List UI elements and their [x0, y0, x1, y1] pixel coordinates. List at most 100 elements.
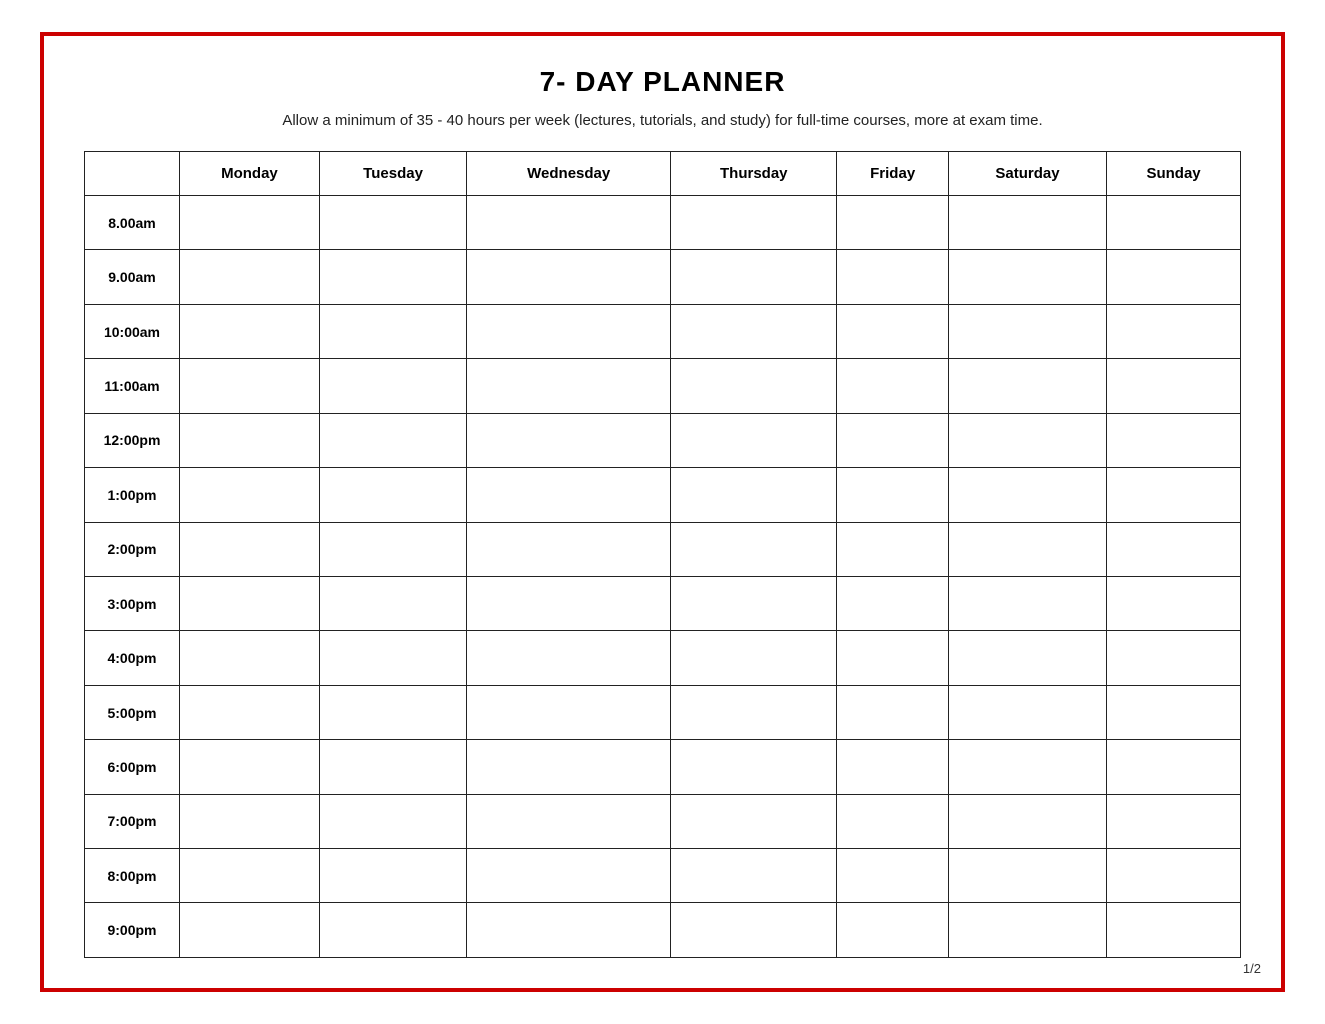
schedule-cell[interactable]	[1107, 359, 1241, 413]
schedule-cell[interactable]	[467, 413, 671, 467]
schedule-cell[interactable]	[837, 740, 949, 794]
schedule-cell[interactable]	[1107, 903, 1241, 958]
schedule-cell[interactable]	[180, 304, 320, 358]
schedule-cell[interactable]	[467, 522, 671, 576]
schedule-cell[interactable]	[671, 740, 837, 794]
schedule-cell[interactable]	[671, 250, 837, 304]
schedule-cell[interactable]	[837, 250, 949, 304]
schedule-cell[interactable]	[837, 304, 949, 358]
schedule-cell[interactable]	[1107, 794, 1241, 848]
schedule-cell[interactable]	[319, 849, 466, 903]
schedule-cell[interactable]	[180, 359, 320, 413]
schedule-cell[interactable]	[180, 468, 320, 522]
schedule-cell[interactable]	[837, 631, 949, 685]
schedule-cell[interactable]	[467, 304, 671, 358]
schedule-cell[interactable]	[319, 903, 466, 958]
schedule-cell[interactable]	[319, 250, 466, 304]
schedule-cell[interactable]	[319, 631, 466, 685]
schedule-cell[interactable]	[837, 903, 949, 958]
schedule-cell[interactable]	[1107, 304, 1241, 358]
schedule-cell[interactable]	[948, 740, 1106, 794]
schedule-cell[interactable]	[671, 196, 837, 250]
schedule-cell[interactable]	[467, 631, 671, 685]
schedule-cell[interactable]	[948, 631, 1106, 685]
schedule-cell[interactable]	[837, 685, 949, 739]
time-cell: 6:00pm	[85, 740, 180, 794]
schedule-cell[interactable]	[948, 903, 1106, 958]
schedule-cell[interactable]	[180, 631, 320, 685]
schedule-cell[interactable]	[319, 685, 466, 739]
schedule-cell[interactable]	[948, 685, 1106, 739]
schedule-cell[interactable]	[319, 468, 466, 522]
schedule-cell[interactable]	[1107, 576, 1241, 630]
schedule-cell[interactable]	[319, 576, 466, 630]
schedule-cell[interactable]	[948, 576, 1106, 630]
schedule-cell[interactable]	[671, 794, 837, 848]
schedule-cell[interactable]	[948, 468, 1106, 522]
schedule-cell[interactable]	[671, 631, 837, 685]
schedule-cell[interactable]	[1107, 631, 1241, 685]
schedule-cell[interactable]	[671, 304, 837, 358]
schedule-cell[interactable]	[671, 413, 837, 467]
schedule-cell[interactable]	[180, 849, 320, 903]
schedule-cell[interactable]	[319, 359, 466, 413]
schedule-cell[interactable]	[671, 685, 837, 739]
schedule-cell[interactable]	[948, 794, 1106, 848]
schedule-cell[interactable]	[319, 794, 466, 848]
schedule-cell[interactable]	[467, 576, 671, 630]
schedule-cell[interactable]	[671, 849, 837, 903]
schedule-cell[interactable]	[319, 196, 466, 250]
schedule-cell[interactable]	[1107, 413, 1241, 467]
schedule-cell[interactable]	[180, 250, 320, 304]
schedule-cell[interactable]	[180, 903, 320, 958]
schedule-cell[interactable]	[1107, 685, 1241, 739]
schedule-cell[interactable]	[180, 576, 320, 630]
schedule-cell[interactable]	[467, 359, 671, 413]
schedule-cell[interactable]	[467, 794, 671, 848]
schedule-cell[interactable]	[1107, 196, 1241, 250]
schedule-cell[interactable]	[467, 196, 671, 250]
schedule-cell[interactable]	[948, 849, 1106, 903]
schedule-cell[interactable]	[948, 359, 1106, 413]
page-number: 1/2	[1243, 961, 1261, 976]
schedule-cell[interactable]	[1107, 522, 1241, 576]
schedule-cell[interactable]	[1107, 740, 1241, 794]
schedule-cell[interactable]	[837, 196, 949, 250]
schedule-cell[interactable]	[948, 522, 1106, 576]
schedule-cell[interactable]	[671, 522, 837, 576]
schedule-cell[interactable]	[467, 468, 671, 522]
schedule-cell[interactable]	[180, 522, 320, 576]
schedule-cell[interactable]	[319, 413, 466, 467]
schedule-cell[interactable]	[671, 903, 837, 958]
schedule-cell[interactable]	[467, 250, 671, 304]
schedule-cell[interactable]	[1107, 250, 1241, 304]
schedule-cell[interactable]	[180, 794, 320, 848]
schedule-cell[interactable]	[948, 250, 1106, 304]
schedule-cell[interactable]	[837, 522, 949, 576]
schedule-cell[interactable]	[319, 522, 466, 576]
schedule-cell[interactable]	[467, 849, 671, 903]
schedule-cell[interactable]	[467, 685, 671, 739]
schedule-cell[interactable]	[467, 903, 671, 958]
schedule-cell[interactable]	[671, 468, 837, 522]
schedule-cell[interactable]	[837, 576, 949, 630]
schedule-cell[interactable]	[180, 413, 320, 467]
schedule-cell[interactable]	[837, 849, 949, 903]
schedule-cell[interactable]	[837, 794, 949, 848]
schedule-cell[interactable]	[948, 413, 1106, 467]
schedule-cell[interactable]	[180, 740, 320, 794]
schedule-cell[interactable]	[671, 576, 837, 630]
schedule-cell[interactable]	[467, 740, 671, 794]
schedule-cell[interactable]	[1107, 468, 1241, 522]
schedule-cell[interactable]	[180, 196, 320, 250]
schedule-cell[interactable]	[1107, 849, 1241, 903]
schedule-cell[interactable]	[319, 304, 466, 358]
schedule-cell[interactable]	[837, 359, 949, 413]
schedule-cell[interactable]	[319, 740, 466, 794]
schedule-cell[interactable]	[837, 468, 949, 522]
schedule-cell[interactable]	[671, 359, 837, 413]
schedule-cell[interactable]	[180, 685, 320, 739]
schedule-cell[interactable]	[948, 304, 1106, 358]
schedule-cell[interactable]	[837, 413, 949, 467]
schedule-cell[interactable]	[948, 196, 1106, 250]
